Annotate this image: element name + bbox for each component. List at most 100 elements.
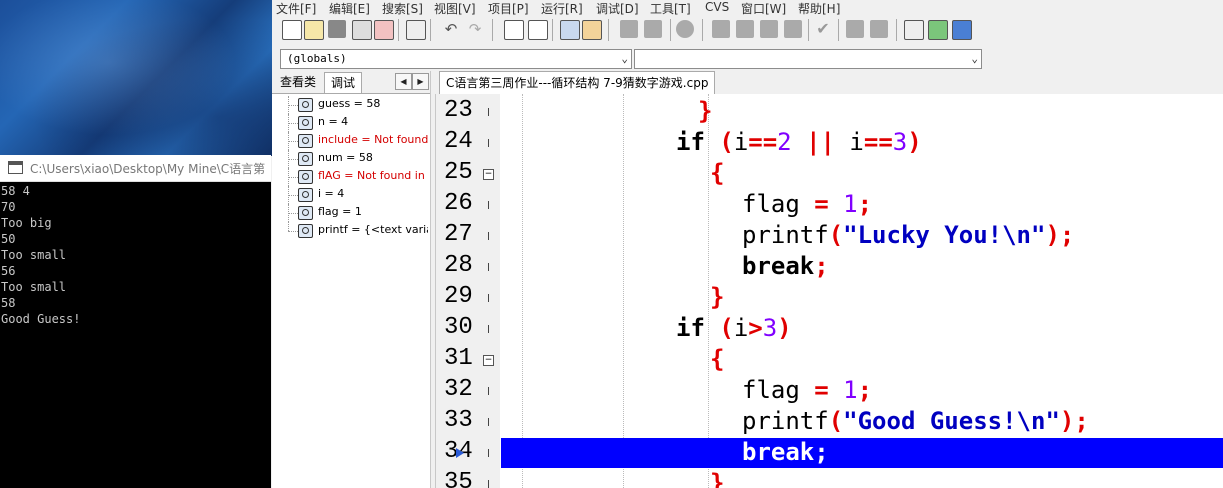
- scope-class-value: (globals): [287, 52, 347, 65]
- save-all-icon[interactable]: [352, 20, 372, 40]
- replace-icon[interactable]: [528, 20, 548, 40]
- scope-class-select[interactable]: (globals) ⌄: [280, 49, 632, 69]
- compile-icon[interactable]: [712, 20, 730, 38]
- desktop-background: [0, 0, 272, 156]
- undo-icon[interactable]: ↶: [442, 20, 460, 38]
- editor-file-tab[interactable]: C语言第三周作业---循环结构 7-9猜数字游戏.cpp: [439, 71, 716, 94]
- new-project-icon[interactable]: [904, 20, 924, 40]
- current-line-highlight: [501, 438, 1223, 468]
- debug-panel: 查看类 调试 ◀ ▶ guess = 58 n = 4 include = Not …: [272, 71, 431, 488]
- watch-text: flag = 1: [318, 205, 362, 218]
- add-bookmark-icon[interactable]: [620, 20, 638, 38]
- debug-panel-tabs: 查看类 调试 ◀ ▶: [272, 71, 430, 94]
- code-editor[interactable]: 23 24 25−26 27 28 29 30 31−32 33 34 35 } if (i==2 …: [435, 94, 1223, 488]
- menu-bar: 文件[F] 编辑[E] 搜索[S] 视图[V] 项目[P] 运行[R] 调试[D] 工具[T]…: [272, 0, 1223, 16]
- watch-text: guess = 58: [318, 97, 381, 110]
- watch-text: flAG = Not found in c: [318, 169, 428, 182]
- profile-icon[interactable]: [870, 20, 888, 38]
- line-number: 28: [444, 252, 473, 279]
- console-line: 58: [1, 296, 16, 310]
- watch-item[interactable]: guess = 58: [272, 96, 430, 114]
- watch-icon: [298, 98, 313, 112]
- fold-toggle-icon[interactable]: −: [483, 169, 494, 180]
- watch-item[interactable]: printf = {<text variab: [272, 222, 430, 240]
- watch-text: num = 58: [318, 151, 373, 164]
- unindent-icon[interactable]: [582, 20, 602, 40]
- watch-item[interactable]: num = 58: [272, 150, 430, 168]
- line-number: 35: [444, 469, 473, 488]
- open-file-icon[interactable]: [304, 20, 324, 40]
- watch-item[interactable]: flag = 1: [272, 204, 430, 222]
- close-file-icon[interactable]: [374, 20, 394, 40]
- watch-icon: [298, 224, 313, 238]
- console-line: 70: [1, 200, 16, 214]
- toggle-comment-icon[interactable]: [676, 20, 694, 38]
- toolbar: ↶ ↷ ✔: [272, 15, 980, 45]
- console-line: 50: [1, 232, 16, 246]
- watch-item[interactable]: include = Not found: [272, 132, 430, 150]
- ide-window: 文件[F] 编辑[E] 搜索[S] 视图[V] 项目[P] 运行[R] 调试[D] 工具[T]…: [272, 0, 1223, 488]
- line-number: 27: [444, 221, 473, 248]
- debug-icon[interactable]: [846, 20, 864, 38]
- line-number: 32: [444, 376, 473, 403]
- watch-icon: [298, 134, 313, 148]
- new-file-icon[interactable]: [282, 20, 302, 40]
- indent-icon[interactable]: [560, 20, 580, 40]
- console-line: Too big: [1, 216, 52, 230]
- watch-text: include = Not found: [318, 133, 428, 146]
- line-number: 23: [444, 97, 473, 124]
- tab-debug[interactable]: 调试: [324, 72, 363, 93]
- console-line: 56: [1, 264, 16, 278]
- save-icon[interactable]: [328, 20, 346, 38]
- watch-icon: [298, 188, 313, 202]
- editor-tabs: C语言第三周作业---循环结构 7-9猜数字游戏.cpp: [431, 71, 1223, 94]
- line-number: 24: [444, 128, 473, 155]
- run-icon[interactable]: [736, 20, 754, 38]
- print-icon[interactable]: [406, 20, 426, 40]
- console-line: Too small: [1, 248, 67, 262]
- watch-item[interactable]: n = 4: [272, 114, 430, 132]
- line-number-gutter: 23 24 25−26 27 28 29 30 31−32 33 34 35: [436, 94, 500, 488]
- project-options-icon[interactable]: [952, 20, 972, 40]
- line-number: 26: [444, 190, 473, 217]
- scope-member-select[interactable]: ⌄: [634, 49, 982, 69]
- compile-run-icon[interactable]: [760, 20, 778, 38]
- watch-text: printf = {<text variab: [318, 223, 428, 236]
- menu-item[interactable]: CVS: [705, 0, 729, 14]
- watch-text: n = 4: [318, 115, 349, 128]
- find-icon[interactable]: [504, 20, 524, 40]
- redo-icon[interactable]: ↷: [466, 20, 484, 38]
- line-number: 25: [444, 159, 473, 186]
- add-to-project-icon[interactable]: [928, 20, 948, 40]
- tab-scroll-left-button[interactable]: ◀: [395, 73, 412, 90]
- console-line: 58 4: [1, 184, 30, 198]
- watch-icon: [298, 116, 313, 130]
- line-number: 30: [444, 314, 473, 341]
- check-syntax-icon[interactable]: ✔: [814, 20, 832, 38]
- rebuild-icon[interactable]: [784, 20, 802, 38]
- goto-bookmark-icon[interactable]: [644, 20, 662, 38]
- fold-toggle-icon[interactable]: −: [483, 355, 494, 366]
- watch-icon: [298, 152, 313, 166]
- watch-icon: [298, 170, 313, 184]
- watch-icon: [298, 206, 313, 220]
- console-line: Good Guess!: [1, 312, 81, 326]
- console-title: C:\Users\xiao\Desktop\My Mine\C语言第: [30, 162, 266, 176]
- watch-item[interactable]: i = 4: [272, 186, 430, 204]
- watch-text: i = 4: [318, 187, 345, 200]
- tab-class-browser[interactable]: 查看类: [274, 72, 322, 92]
- console-window[interactable]: C:\Users\xiao\Desktop\My Mine\C语言第 58 4 7…: [0, 155, 271, 488]
- console-line: Too small: [1, 280, 67, 294]
- line-number: 31: [444, 345, 473, 372]
- watch-list: guess = 58 n = 4 include = Not found num = …: [272, 96, 430, 240]
- tab-scroll-right-button[interactable]: ▶: [412, 73, 429, 90]
- execution-pointer-icon: [456, 448, 464, 458]
- line-number: 29: [444, 283, 473, 310]
- console-output: 58 4 70 Too big 50 Too small 56 Too small 58 Goo…: [1, 183, 269, 327]
- chevron-down-icon: ⌄: [621, 52, 628, 65]
- scope-bar: (globals) ⌄ ⌄: [272, 45, 984, 71]
- watch-item[interactable]: flAG = Not found in c: [272, 168, 430, 186]
- console-title-bar[interactable]: C:\Users\xiao\Desktop\My Mine\C语言第: [0, 155, 271, 182]
- chevron-down-icon: ⌄: [971, 52, 978, 65]
- line-number: 33: [444, 407, 473, 434]
